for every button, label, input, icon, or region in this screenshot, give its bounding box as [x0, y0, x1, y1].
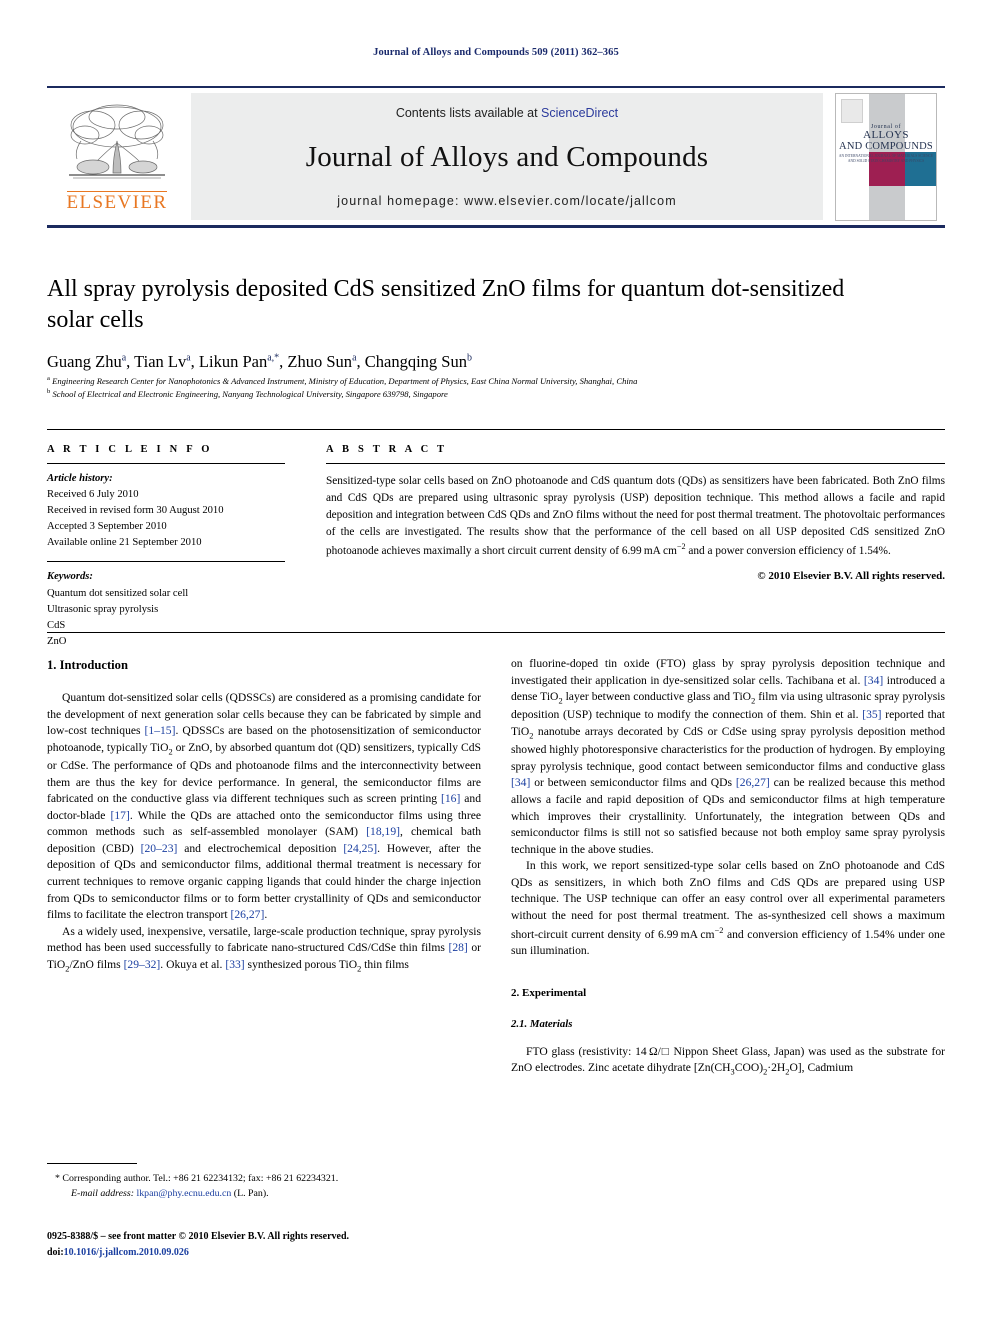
running-head: Journal of Alloys and Compounds 509 (201…: [373, 47, 619, 58]
cover-line-subtitle: AN INTERNATIONAL JOURNAL OF MATERIALS SC…: [838, 154, 934, 163]
cover-line-alloys: ALLOYS: [863, 128, 909, 141]
paragraph: on fluorine-doped tin oxide (FTO) glass …: [511, 657, 946, 856]
section-heading-experimental: 2. Experimental: [511, 986, 587, 999]
footnote-separator: [47, 1163, 137, 1164]
body-column-right: on fluorine-doped tin oxide (FTO) glass …: [511, 656, 945, 1079]
abstract-text: Sensitized-type solar cells based on ZnO…: [326, 475, 945, 557]
article-info-heading: A R T I C L E I N F O: [47, 444, 213, 455]
article-history-group: Article history: Received 6 July 2010 Re…: [47, 471, 285, 551]
elsevier-logo: ELSEVIER: [47, 88, 187, 225]
corresponding-author-note: * Corresponding author. Tel.: +86 21 622…: [55, 1173, 339, 1184]
contents-prefix: Contents lists available at: [395, 106, 542, 120]
masthead-center: Contents lists available at ScienceDirec…: [191, 93, 823, 220]
article-history-item: Received in revised form 30 August 2010: [47, 505, 224, 517]
subsection-heading-materials: 2.1. Materials: [511, 1018, 573, 1031]
section-heading-introduction: 1. Introduction: [47, 658, 128, 672]
contents-available-line: Contents lists available at ScienceDirec…: [396, 106, 618, 120]
affiliation-b-text: School of Electrical and Electronic Engi…: [52, 388, 448, 399]
affiliation-a: a Engineering Research Center for Nanoph…: [47, 374, 937, 387]
paragraph: In this work, we report sensitized-type …: [511, 859, 945, 958]
journal-cover-block: Journal of ALLOYS AND COMPOUNDS AN INTER…: [827, 88, 945, 225]
journal-masthead: ELSEVIER Contents lists available at Sci…: [47, 86, 945, 228]
keyword-item: Quantum dot sensitized solar cell: [47, 587, 189, 599]
article-history-label: Article history:: [47, 473, 113, 484]
affiliation-b: b School of Electrical and Electronic En…: [47, 387, 937, 400]
article-history-item: Accepted 3 September 2010: [47, 521, 167, 533]
imprint-block: 0925-8388/$ – see front matter © 2010 El…: [47, 1229, 517, 1260]
cover-elsevier-mini-logo: [841, 98, 863, 123]
journal-homepage-link[interactable]: journal homepage: www.elsevier.com/locat…: [337, 194, 676, 208]
keywords-group: Keywords: Quantum dot sensitized solar c…: [47, 569, 285, 649]
keyword-item: ZnO: [47, 635, 67, 647]
abstract-column: A B S T R A C T Sensitized-type solar ce…: [326, 444, 945, 582]
page-title: All spray pyrolysis deposited CdS sensit…: [47, 276, 845, 334]
article-history-item: Available online 21 September 2010: [47, 537, 202, 549]
article-page: Journal of Alloys and Compounds 509 (201…: [0, 0, 992, 1323]
journal-title: Journal of Alloys and Compounds: [305, 141, 709, 173]
paragraph: FTO glass (resistivity: 14 Ω/□ Nippon Sh…: [511, 1044, 945, 1077]
cover-text: Journal of ALLOYS AND COMPOUNDS AN INTER…: [836, 124, 936, 164]
elsevier-wordmark: ELSEVIER: [66, 191, 168, 214]
sciencedirect-link[interactable]: ScienceDirect: [541, 106, 618, 120]
journal-cover-thumbnail: Journal of ALLOYS AND COMPOUNDS AN INTER…: [835, 92, 937, 221]
article-history-item: Received 6 July 2010: [47, 489, 139, 501]
author-list: Guang Zhua, Tian Lva, Likun Pana,*, Zhuo…: [47, 352, 472, 371]
paragraph: Quantum dot-sensitized solar cells (QDSS…: [47, 691, 481, 922]
cover-line-and-compounds: AND COMPOUNDS: [839, 141, 933, 153]
email-note: E-mail address: lkpan@phy.ecnu.edu.cn (L…: [71, 1187, 269, 1199]
body-column-left: 1. Introduction Quantum dot-sensitized s…: [47, 656, 481, 975]
keyword-item: Ultrasonic spray pyrolysis: [47, 603, 159, 615]
footnote-block: * Corresponding author. Tel.: +86 21 622…: [47, 1172, 477, 1202]
doi-prefix: doi:: [47, 1246, 64, 1258]
abstract-heading: A B S T R A C T: [326, 444, 448, 455]
abstract-rule: [326, 463, 945, 464]
front-matter-line: 0925-8388/$ – see front matter © 2010 El…: [47, 1231, 350, 1242]
doi-line: doi:10.1016/j.jallcom.2010.09.026: [47, 1245, 517, 1261]
affiliation-a-text: Engineering Research Center for Nanophot…: [52, 375, 638, 386]
elsevier-tree-icon: [69, 104, 165, 179]
paragraph: As a widely used, inexpensive, versatile…: [47, 924, 481, 974]
abstract-band-top-rule: [47, 429, 945, 430]
keywords-label: Keywords:: [47, 571, 93, 583]
article-info-rule: [47, 463, 285, 464]
article-info-column: A R T I C L E I N F O Article history: R…: [47, 444, 285, 650]
affiliation-marker-a: a: [47, 375, 50, 382]
doi-value[interactable]: 10.1016/j.jallcom.2010.09.026: [64, 1247, 189, 1258]
affiliation-marker-b: b: [47, 388, 51, 395]
keywords-rule: [47, 561, 285, 563]
abstract-copyright: © 2010 Elsevier B.V. All rights reserved…: [757, 570, 945, 583]
abstract-band-bottom-rule: [47, 632, 945, 633]
